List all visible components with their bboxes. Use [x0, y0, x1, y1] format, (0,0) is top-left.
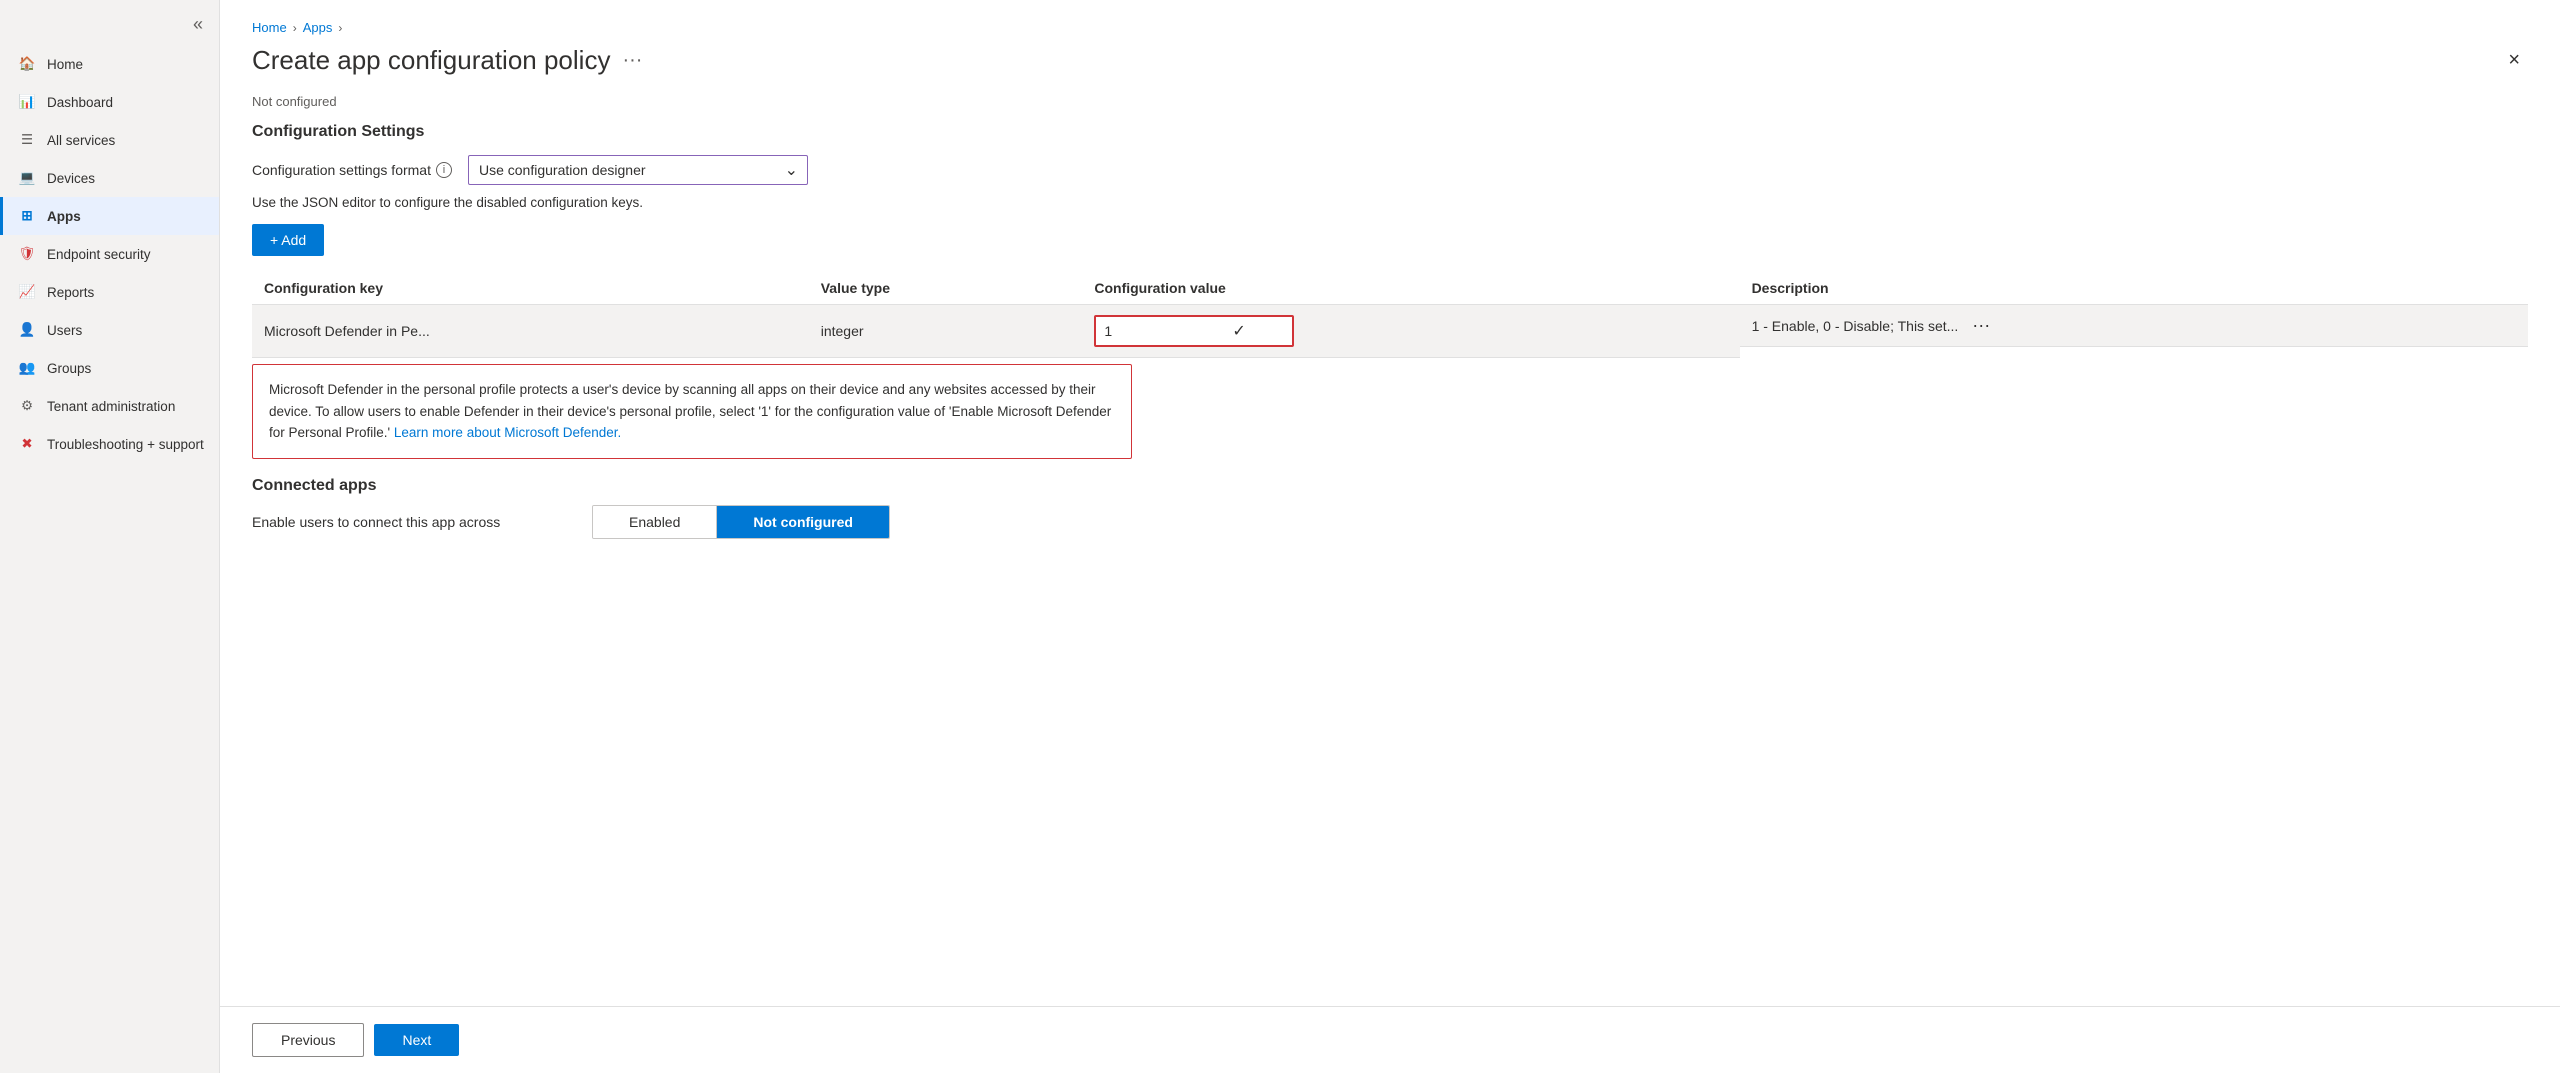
sidebar-item-endpoint-security[interactable]: 🛡 Endpoint security — [0, 235, 219, 273]
sidebar-item-all-services[interactable]: ☰ All services — [0, 121, 219, 159]
config-value-input[interactable] — [1104, 323, 1224, 339]
sidebar-item-tenant-admin[interactable]: ⚙ Tenant administration — [0, 387, 219, 425]
sidebar-item-label: Dashboard — [47, 95, 113, 110]
sidebar-item-home[interactable]: 🏠 Home — [0, 45, 219, 83]
troubleshooting-icon: ✖ — [17, 434, 37, 454]
breadcrumb-home[interactable]: Home — [252, 20, 287, 35]
connected-apps-section: Connected apps Enable users to connect t… — [252, 477, 2528, 539]
bottom-bar: Previous Next — [220, 1006, 2560, 1073]
previous-button[interactable]: Previous — [252, 1023, 364, 1057]
page-title-row: Create app configuration policy ··· × — [252, 45, 2528, 76]
table-cell-key: Microsoft Defender in Pe... — [252, 305, 809, 358]
config-format-row: Configuration settings format i Use conf… — [252, 155, 2528, 185]
toggle-label: Enable users to connect this app across — [252, 514, 592, 530]
sidebar-item-devices[interactable]: 💻 Devices — [0, 159, 219, 197]
breadcrumb-sep-1: › — [293, 21, 297, 35]
col-header-value: Configuration value — [1082, 272, 1739, 305]
description-box: Microsoft Defender in the personal profi… — [252, 364, 1132, 459]
json-hint: Use the JSON editor to configure the dis… — [252, 195, 2528, 210]
dashboard-icon: 📊 — [17, 92, 37, 112]
tenant-admin-icon: ⚙ — [17, 396, 37, 416]
close-button[interactable]: × — [2500, 45, 2528, 76]
sidebar-item-label: Tenant administration — [47, 399, 175, 414]
endpoint-security-icon: 🛡 — [17, 244, 37, 264]
table-row: Microsoft Defender in Pe... integer ✓ 1 … — [252, 305, 2528, 358]
sidebar-item-label: All services — [47, 133, 115, 148]
sidebar-item-reports[interactable]: 📈 Reports — [0, 273, 219, 311]
col-header-description: Description — [1740, 272, 2528, 305]
config-format-select-wrapper: Use configuration designer — [468, 155, 808, 185]
sidebar-item-dashboard[interactable]: 📊 Dashboard — [0, 83, 219, 121]
col-header-type: Value type — [809, 272, 1083, 305]
config-format-label: Configuration settings format i — [252, 162, 452, 178]
main-panel: Home › Apps › Create app configuration p… — [220, 0, 2560, 1073]
devices-icon: 💻 — [17, 168, 37, 188]
breadcrumb: Home › Apps › — [252, 20, 2528, 35]
not-configured-label: Not configured — [252, 94, 2528, 109]
sidebar-item-users[interactable]: 👤 Users — [0, 311, 219, 349]
add-button[interactable]: + Add — [252, 224, 324, 256]
apps-icon: ⊞ — [17, 206, 37, 226]
configuration-settings-title: Configuration Settings — [252, 123, 2528, 141]
row-more-button[interactable]: ··· — [1966, 315, 1996, 336]
check-icon: ✓ — [1232, 321, 1245, 341]
sidebar-item-label: Troubleshooting + support — [47, 437, 204, 452]
sidebar-item-troubleshooting[interactable]: ✖ Troubleshooting + support — [0, 425, 219, 463]
sidebar-item-label: Endpoint security — [47, 247, 151, 262]
all-services-icon: ☰ — [17, 130, 37, 150]
next-button[interactable]: Next — [374, 1024, 459, 1056]
col-header-key: Configuration key — [252, 272, 809, 305]
table-cell-type: integer — [809, 305, 1083, 358]
toggle-option-not-configured[interactable]: Not configured — [717, 506, 889, 538]
sidebar-item-label: Groups — [47, 361, 91, 376]
page-more-options-button[interactable]: ··· — [622, 49, 642, 72]
config-table: Configuration key Value type Configurati… — [252, 272, 2528, 358]
sidebar-item-label: Devices — [47, 171, 95, 186]
reports-icon: 📈 — [17, 282, 37, 302]
table-cell-value: ✓ — [1082, 305, 1739, 358]
toggle-option-enabled[interactable]: Enabled — [593, 506, 717, 538]
groups-icon: 👥 — [17, 358, 37, 378]
description-link[interactable]: Learn more about Microsoft Defender. — [394, 425, 621, 440]
config-value-input-wrapper: ✓ — [1094, 315, 1294, 347]
sidebar-item-label: Reports — [47, 285, 94, 300]
breadcrumb-sep-2: › — [338, 21, 342, 35]
breadcrumb-apps[interactable]: Apps — [303, 20, 333, 35]
sidebar-item-label: Users — [47, 323, 82, 338]
sidebar-collapse-button[interactable]: « — [187, 12, 209, 37]
sidebar-item-apps[interactable]: ⊞ Apps — [0, 197, 219, 235]
toggle-options: Enabled Not configured — [592, 505, 890, 539]
sidebar-collapse-area: « — [0, 8, 219, 45]
sidebar: « 🏠 Home 📊 Dashboard ☰ All services 💻 De… — [0, 0, 220, 1073]
table-cell-description: 1 - Enable, 0 - Disable; This set... ··· — [1740, 305, 2528, 347]
format-info-icon[interactable]: i — [436, 162, 452, 178]
sidebar-item-label: Apps — [47, 209, 81, 224]
main-content-area: Home › Apps › Create app configuration p… — [220, 0, 2560, 1006]
config-format-select[interactable]: Use configuration designer — [468, 155, 808, 185]
page-title: Create app configuration policy — [252, 45, 610, 76]
sidebar-item-groups[interactable]: 👥 Groups — [0, 349, 219, 387]
toggle-row: Enable users to connect this app across … — [252, 505, 2528, 539]
users-icon: 👤 — [17, 320, 37, 340]
connected-apps-title: Connected apps — [252, 477, 2528, 495]
home-icon: 🏠 — [17, 54, 37, 74]
sidebar-item-label: Home — [47, 57, 83, 72]
